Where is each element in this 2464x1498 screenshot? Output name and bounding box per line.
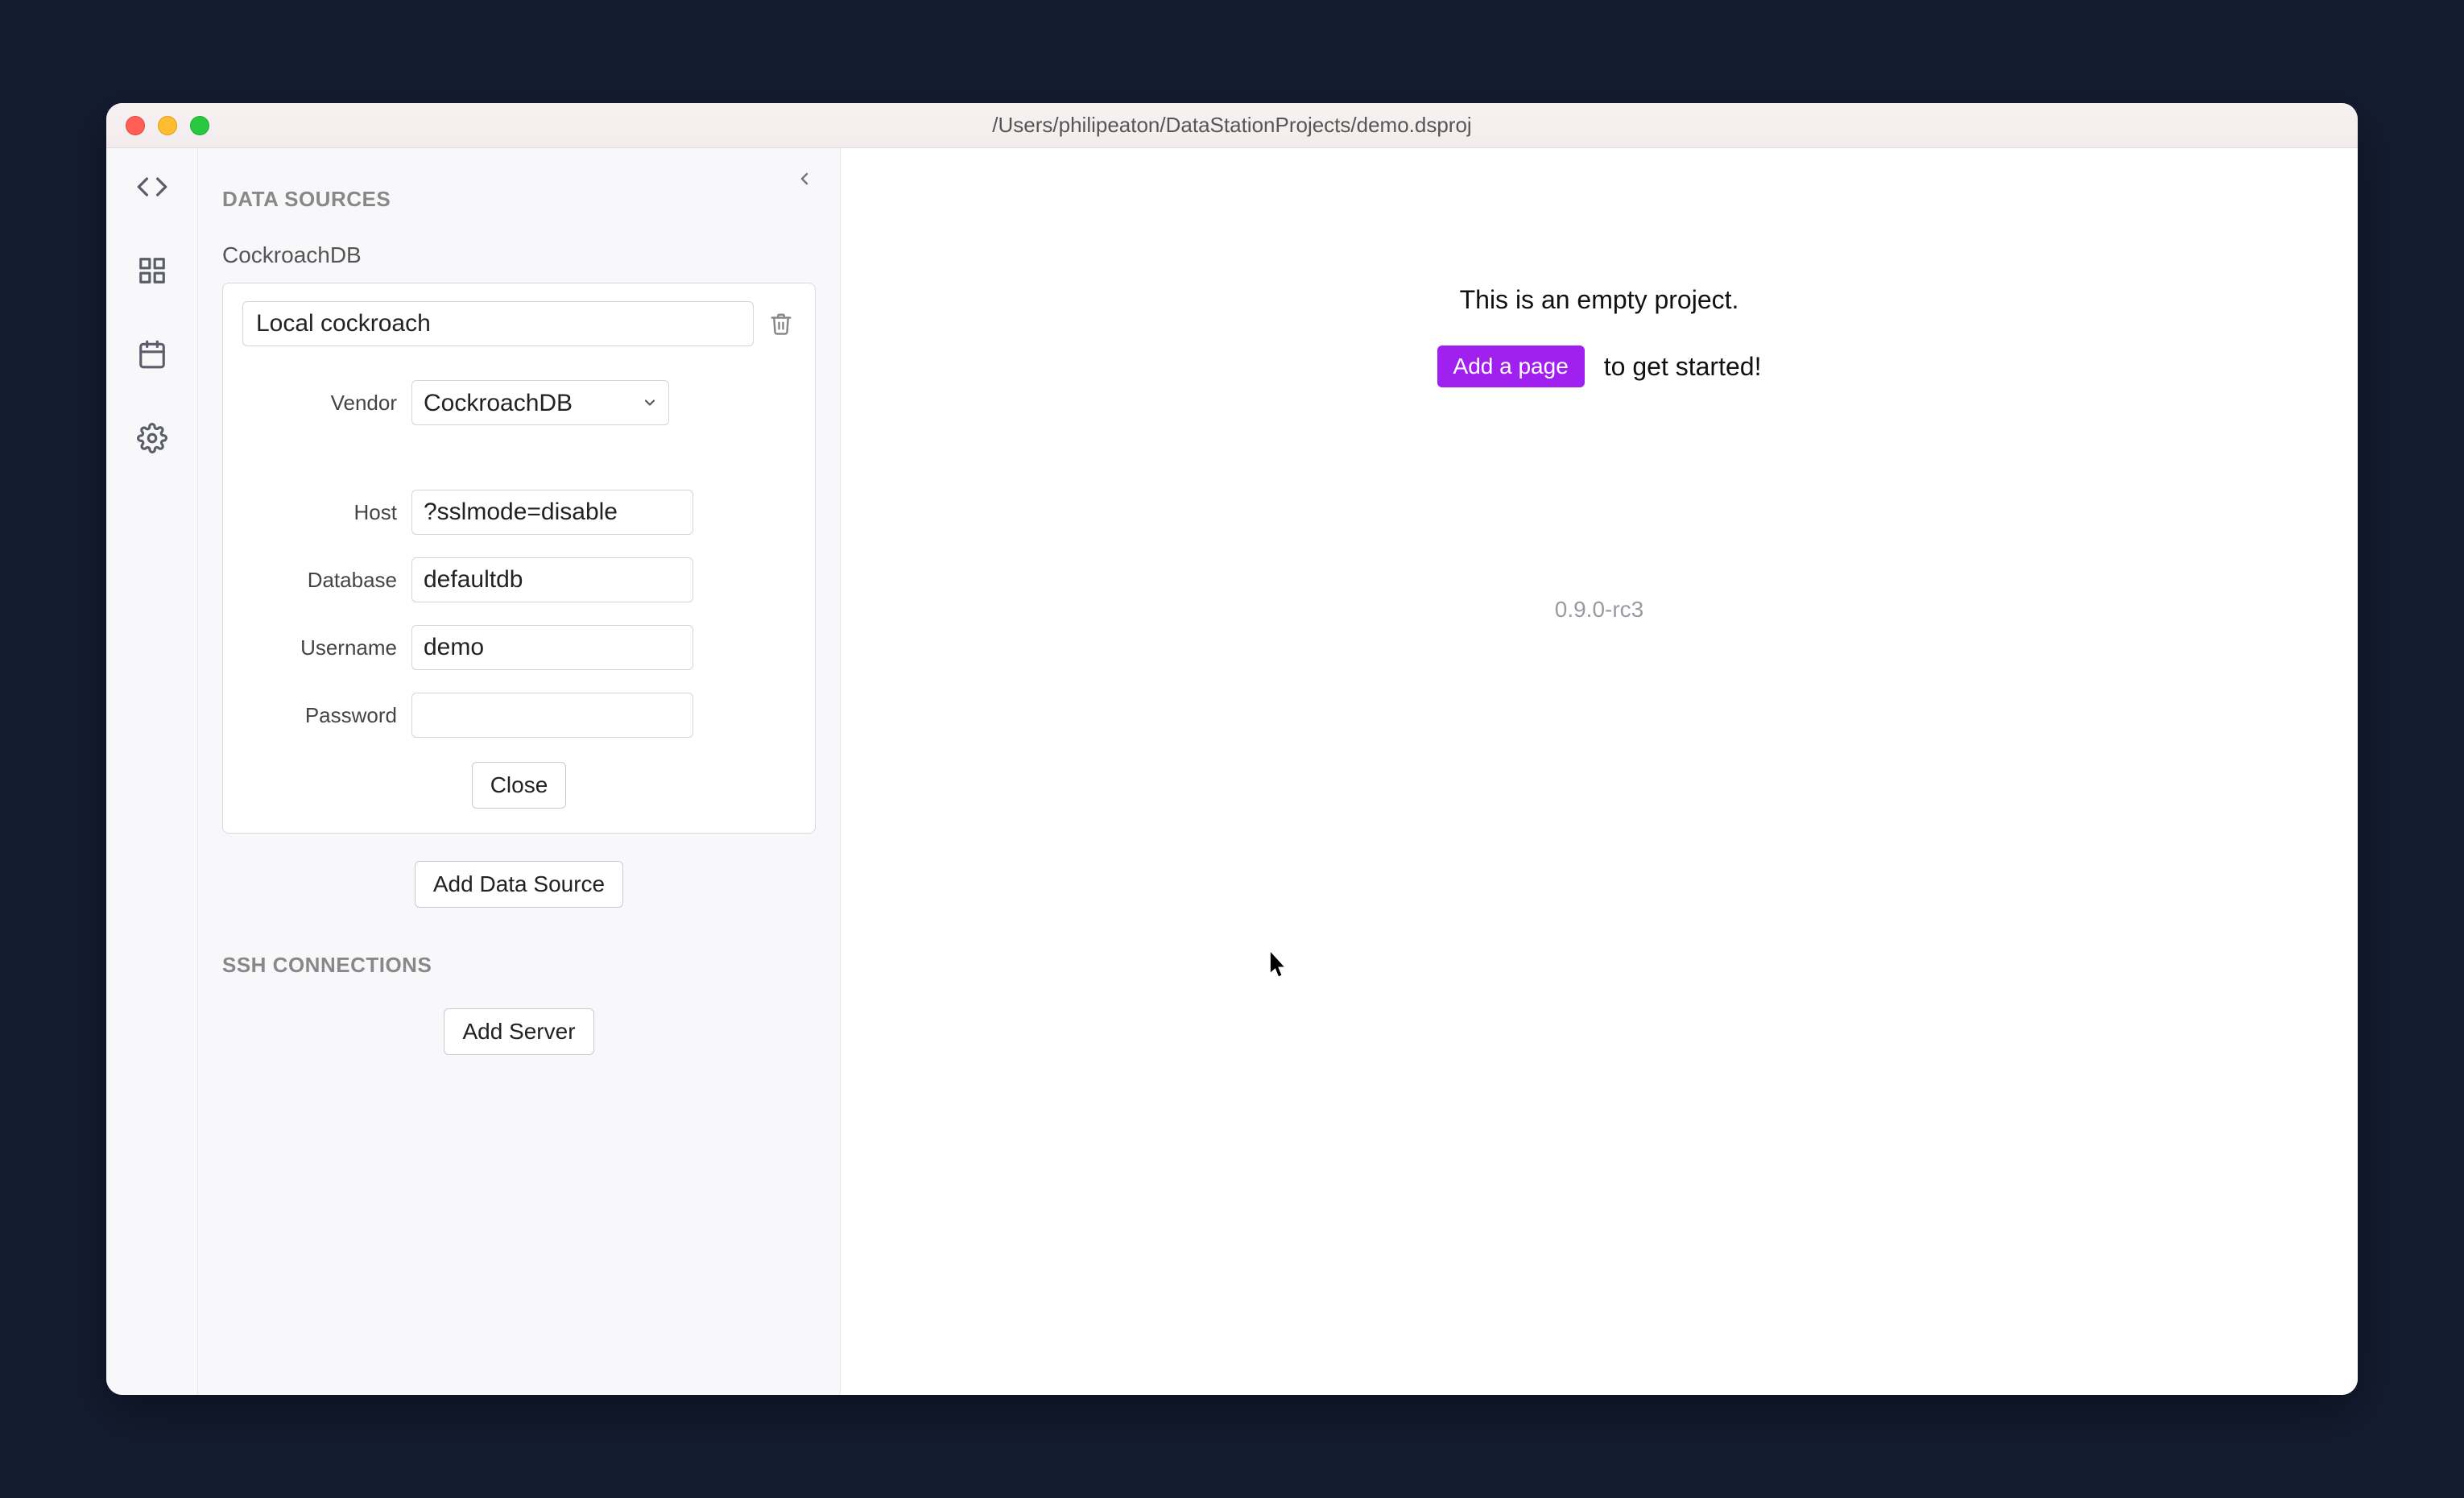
cta-tail-text: to get started! xyxy=(1604,352,1762,382)
calendar-icon[interactable] xyxy=(136,338,168,370)
data-source-type-label: CockroachDB xyxy=(222,242,816,268)
password-input[interactable] xyxy=(411,693,693,738)
app-window: /Users/philipeaton/DataStationProjects/d… xyxy=(106,103,2358,1395)
add-server-button[interactable]: Add Server xyxy=(444,1008,593,1055)
code-icon[interactable] xyxy=(136,171,168,203)
username-label: Username xyxy=(242,635,411,660)
close-button[interactable]: Close xyxy=(472,762,567,809)
titlebar: /Users/philipeaton/DataStationProjects/d… xyxy=(106,103,2358,148)
empty-project-text: This is an empty project. xyxy=(1460,285,1739,315)
dashboard-icon[interactable] xyxy=(136,254,168,287)
data-source-card: Vendor CockroachDB Host Datab xyxy=(222,283,816,834)
username-input[interactable] xyxy=(411,625,693,670)
database-input[interactable] xyxy=(411,557,693,602)
host-label: Host xyxy=(242,500,411,525)
data-source-name-input[interactable] xyxy=(242,301,754,346)
ssh-connections-heading: SSH CONNECTIONS xyxy=(222,953,816,978)
iconbar xyxy=(106,148,198,1395)
gear-icon[interactable] xyxy=(136,422,168,454)
vendor-select[interactable]: CockroachDB xyxy=(411,380,669,425)
host-input[interactable] xyxy=(411,490,693,535)
window-title: /Users/philipeaton/DataStationProjects/d… xyxy=(106,113,2358,138)
delete-data-source-button[interactable] xyxy=(767,309,796,338)
vendor-label: Vendor xyxy=(242,391,411,416)
cursor-icon xyxy=(1269,952,1288,978)
sidebar: DATA SOURCES CockroachDB Vendor Cockroac… xyxy=(198,148,841,1395)
password-label: Password xyxy=(242,703,411,728)
data-sources-heading: DATA SOURCES xyxy=(222,187,816,212)
main-panel: This is an empty project. Add a page to … xyxy=(841,148,2358,1395)
cta-row: Add a page to get started! xyxy=(1437,346,1762,387)
add-data-source-button[interactable]: Add Data Source xyxy=(415,861,623,908)
collapse-sidebar-button[interactable] xyxy=(788,163,821,195)
add-page-button[interactable]: Add a page xyxy=(1437,346,1585,387)
database-label: Database xyxy=(242,568,411,593)
content: DATA SOURCES CockroachDB Vendor Cockroac… xyxy=(106,148,2358,1395)
version-text: 0.9.0-rc3 xyxy=(1555,597,1644,623)
